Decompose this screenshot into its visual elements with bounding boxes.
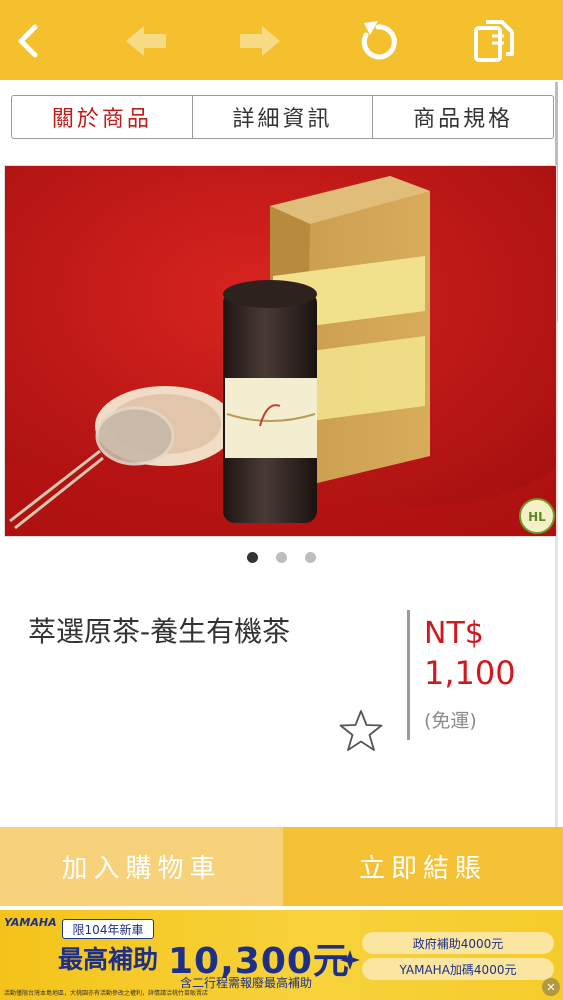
next-page-button[interactable] (232, 14, 288, 68)
product-photo: HL (5, 166, 556, 536)
product-image-carousel[interactable]: HL (4, 165, 557, 537)
ad-brand-logo: YAMAHA (4, 916, 57, 929)
back-button[interactable] (0, 14, 56, 68)
chevron-left-icon (18, 24, 38, 58)
add-to-cart-button[interactable]: 加入購物車 (0, 827, 283, 906)
carousel-indicators (0, 552, 563, 563)
ad-banner[interactable]: YAMAHA 限104年新車 最高補助 10,300元 含二行程需報廢最高補助 … (0, 910, 563, 1000)
copy-icon (474, 20, 514, 62)
refresh-button[interactable] (350, 14, 406, 68)
checkout-button[interactable]: 立即結賬 (283, 827, 563, 906)
top-toolbar (0, 0, 563, 80)
copy-button[interactable] (466, 14, 522, 68)
product-title: 萃選原茶-養生有機茶 (28, 615, 291, 648)
ad-yamaha-subsidy: YAMAHA加碼4000元 (362, 958, 554, 980)
price-currency: NT$ (424, 616, 484, 651)
ad-badge: 限104年新車 (62, 919, 154, 939)
carousel-dot[interactable] (305, 552, 316, 563)
bottom-action-bar: 加入購物車 立即結賬 (0, 827, 563, 906)
star-outline-icon[interactable] (338, 708, 384, 754)
sparkle-icon (340, 950, 360, 970)
previous-page-button[interactable] (118, 14, 174, 68)
brand-logo-text: HL (528, 510, 546, 524)
product-tabs: 關於商品 詳細資訊 商品規格 (11, 95, 554, 139)
tab-details[interactable]: 詳細資訊 (193, 96, 374, 138)
shipping-label: (免運) (424, 710, 477, 732)
carousel-dot[interactable] (276, 552, 287, 563)
tab-specifications[interactable]: 商品規格 (373, 96, 553, 138)
ad-gov-subsidy: 政府補助4000元 (362, 932, 554, 954)
arrow-left-icon (126, 26, 166, 56)
refresh-icon (361, 21, 397, 60)
price-divider (407, 610, 410, 740)
product-price: 1,100 (424, 654, 516, 692)
ad-headline: 最高補助 (58, 945, 159, 974)
carousel-dot[interactable] (247, 552, 258, 563)
arrow-right-icon (240, 26, 280, 56)
ad-close-icon[interactable]: ✕ (542, 978, 560, 996)
tab-about-product[interactable]: 關於商品 (12, 96, 193, 138)
ad-fine-print: 活動僅限台灣本島地區，大桃園亦有活動參改之權利，詳情請洽桃竹苗販賣店 (4, 990, 209, 997)
